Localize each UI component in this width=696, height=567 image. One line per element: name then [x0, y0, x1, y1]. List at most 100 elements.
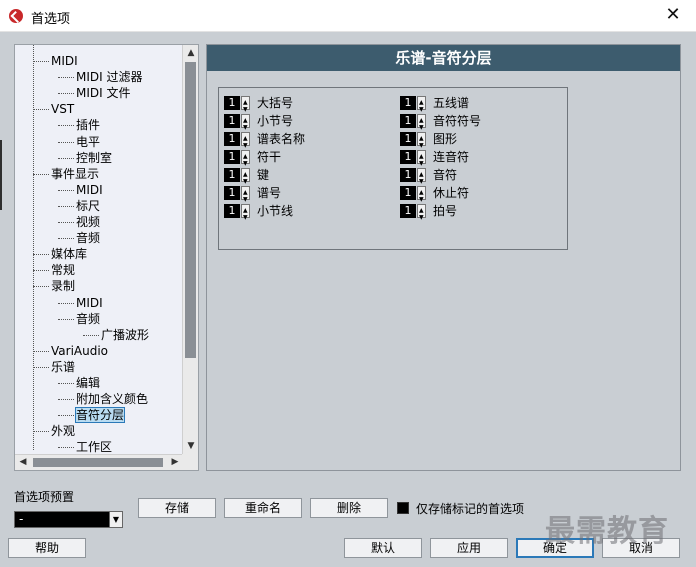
spinner-arrows-icon[interactable] [241, 185, 250, 208]
tree-connector [58, 415, 74, 417]
tree-item-label: 常规 [51, 263, 76, 278]
tree-item[interactable]: 音符分层 [58, 407, 126, 424]
spinner-arrows-icon[interactable] [417, 203, 426, 226]
tree-item-label: 媒体库 [51, 247, 88, 262]
layer-value[interactable]: 1 [400, 185, 416, 200]
layer-value[interactable]: 1 [224, 167, 240, 182]
spinner-arrows-icon[interactable] [417, 149, 426, 172]
layer-value[interactable]: 1 [400, 131, 416, 146]
layer-spinbox[interactable]: 1 [400, 113, 426, 136]
tree-list: MIDI MIDI 过滤器 MIDI 文件 VST 插件 电平 控制室 事件显示 MIDI 标尺视… [15, 45, 183, 454]
scroll-right-icon[interactable]: ▶ [167, 455, 183, 471]
tree-vertical-scrollbar[interactable]: ▲ ▼ [182, 45, 198, 454]
layer-value[interactable]: 1 [224, 131, 240, 146]
tree-item[interactable]: 电平 [58, 134, 100, 150]
edge-divider [0, 140, 2, 210]
tree-item[interactable]: 视频 [58, 214, 100, 230]
tree-item-label: MIDI [76, 182, 103, 197]
tree-item[interactable]: 常规 [33, 262, 75, 278]
tree-item[interactable]: 插件 [58, 117, 100, 133]
tree-item[interactable]: MIDI [58, 295, 103, 311]
only-marked-checkbox[interactable] [397, 502, 409, 514]
spinner-arrows-icon[interactable] [417, 113, 426, 136]
tree-item[interactable]: 广播波形 [83, 327, 149, 343]
layer-row: 1 连音符 [400, 148, 469, 172]
help-button[interactable]: 帮助 [8, 538, 86, 558]
spinner-arrows-icon[interactable] [241, 167, 250, 190]
delete-button[interactable]: 删除 [310, 498, 388, 518]
layer-spinbox[interactable]: 1 [400, 149, 426, 172]
layer-spinbox[interactable]: 1 [400, 185, 426, 208]
layer-value[interactable]: 1 [400, 167, 416, 182]
tree-item[interactable]: VST [33, 101, 74, 117]
layer-spinbox[interactable]: 1 [400, 95, 426, 118]
presets-label: 首选项预置 [14, 490, 75, 504]
layer-spinbox[interactable]: 1 [224, 167, 250, 190]
spinner-arrows-icon[interactable] [241, 95, 250, 118]
scroll-down-icon[interactable]: ▼ [183, 438, 199, 454]
spinner-arrows-icon[interactable] [241, 149, 250, 172]
apply-button[interactable]: 应用 [430, 538, 508, 558]
rename-button[interactable]: 重命名 [224, 498, 302, 518]
layer-spinbox[interactable]: 1 [400, 131, 426, 154]
tree-item[interactable]: 乐谱 [33, 359, 75, 375]
layer-value[interactable]: 1 [400, 203, 416, 218]
scroll-thumb[interactable] [185, 62, 196, 358]
layer-spinbox[interactable]: 1 [224, 113, 250, 136]
tree-item[interactable]: 控制室 [58, 150, 112, 166]
spinner-arrows-icon[interactable] [417, 131, 426, 154]
layer-spinbox[interactable]: 1 [224, 95, 250, 118]
tree-item-label: MIDI [76, 295, 103, 310]
spinner-arrows-icon[interactable] [241, 113, 250, 136]
tree-item[interactable]: MIDI [33, 53, 78, 69]
tree-item[interactable]: 工作区 [58, 439, 112, 454]
tree-item[interactable]: 事件显示 [33, 166, 99, 182]
tree-item[interactable]: 媒体库 [33, 246, 87, 262]
spinner-arrows-icon[interactable] [241, 131, 250, 154]
scroll-left-icon[interactable]: ◀ [15, 455, 31, 471]
tree-item[interactable]: 音频 [58, 230, 100, 246]
layer-spinbox[interactable]: 1 [224, 185, 250, 208]
layer-value[interactable]: 1 [224, 95, 240, 110]
tree-item-label: MIDI [51, 54, 78, 68]
tree-item[interactable]: 外观 [33, 423, 75, 439]
layer-spinbox[interactable]: 1 [400, 203, 426, 226]
tree-item[interactable]: 标尺 [58, 198, 100, 214]
scroll-up-icon[interactable]: ▲ [183, 45, 199, 61]
tree-item[interactable]: MIDI [58, 182, 103, 198]
preset-select[interactable]: - ▼ [14, 511, 123, 528]
layer-spinbox[interactable]: 1 [224, 203, 250, 226]
layer-label: 符干 [257, 149, 282, 164]
spinner-arrows-icon[interactable] [417, 185, 426, 208]
tree-horizontal-scrollbar[interactable]: ◀ ▶ [15, 454, 183, 470]
tree-item[interactable]: MIDI 过滤器 [58, 69, 143, 85]
spinner-arrows-icon[interactable] [241, 203, 250, 226]
layer-spinbox[interactable]: 1 [400, 167, 426, 190]
close-icon[interactable]: ✕ [650, 0, 696, 32]
tree-connector [58, 205, 74, 207]
layer-spinbox[interactable]: 1 [224, 149, 250, 172]
layer-value[interactable]: 1 [400, 113, 416, 128]
layer-value[interactable]: 1 [224, 203, 240, 218]
tree-item[interactable]: 编辑 [58, 375, 100, 391]
chevron-down-icon[interactable]: ▼ [109, 512, 122, 527]
tree-item[interactable]: 录制 [33, 278, 75, 294]
layer-label: 休止符 [433, 185, 470, 200]
tree-item[interactable]: MIDI 文件 [58, 85, 131, 101]
layer-value[interactable]: 1 [224, 113, 240, 128]
tree-item[interactable]: VariAudio [33, 343, 108, 359]
layer-value[interactable]: 1 [400, 149, 416, 164]
default-button[interactable]: 默认 [344, 538, 422, 558]
layer-value[interactable]: 1 [224, 185, 240, 200]
watermark-logo: 最需教育 [545, 514, 669, 549]
tree-item[interactable]: 音频 [58, 311, 100, 327]
layer-value[interactable]: 1 [400, 95, 416, 110]
layer-value[interactable]: 1 [224, 149, 240, 164]
spinner-arrows-icon[interactable] [417, 167, 426, 190]
layer-label: 五线谱 [433, 95, 470, 110]
layer-spinbox[interactable]: 1 [224, 131, 250, 154]
spinner-arrows-icon[interactable] [417, 95, 426, 118]
tree-item[interactable]: 附加含义颜色 [58, 391, 148, 407]
hscroll-thumb[interactable] [33, 458, 163, 467]
store-button[interactable]: 存储 [138, 498, 216, 518]
